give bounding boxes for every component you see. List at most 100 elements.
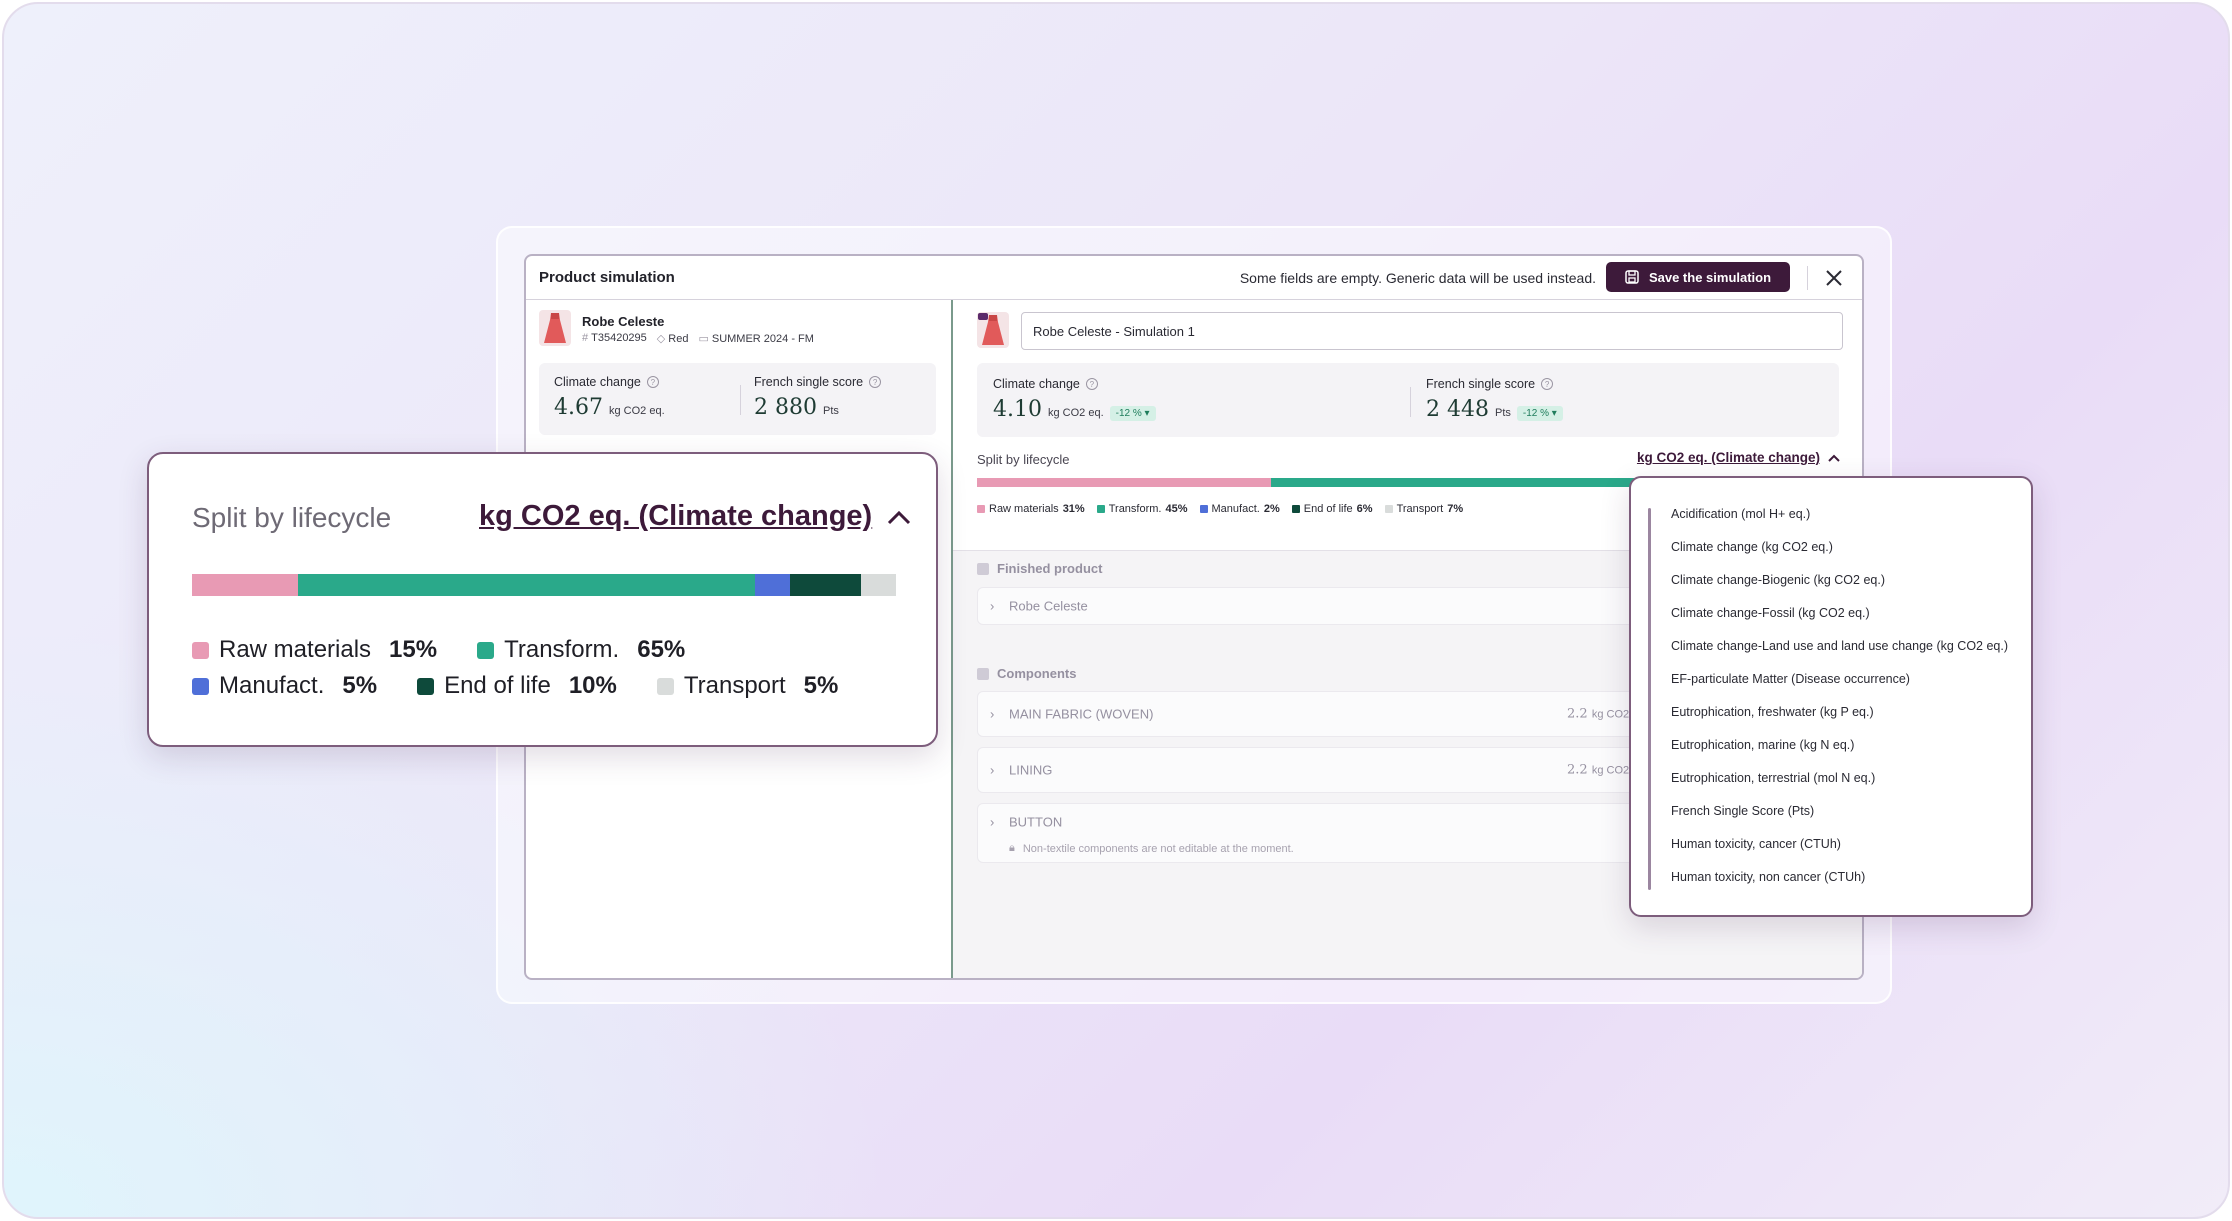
dress-icon bbox=[544, 313, 566, 343]
dropdown-scroll-rail[interactable] bbox=[1648, 508, 1651, 890]
components-heading: Components bbox=[977, 666, 1076, 681]
top-bar: Product simulation Some fields are empty… bbox=[526, 256, 1862, 300]
legend-swatch bbox=[192, 677, 209, 695]
callout-legend-end-of-life: End of life 10% bbox=[417, 672, 617, 700]
help-icon[interactable]: ? bbox=[646, 376, 659, 388]
small-legend-transport: Transport 7% bbox=[1384, 503, 1463, 515]
callout-segment-transform bbox=[297, 574, 756, 596]
components-icon bbox=[977, 667, 989, 680]
divider bbox=[740, 385, 741, 415]
callout-segment-manufact bbox=[755, 574, 791, 596]
product-thumbnail bbox=[539, 310, 571, 346]
chevron-up-icon bbox=[888, 510, 911, 524]
component-value: 2.2 kg CO2 bbox=[1567, 762, 1630, 778]
tag-icon: ◇ bbox=[656, 333, 666, 345]
legend-swatch bbox=[417, 677, 435, 695]
shirt-icon bbox=[977, 562, 989, 575]
save-icon bbox=[1625, 270, 1639, 284]
legend-swatch bbox=[1384, 505, 1393, 513]
impact-dropdown: Acidification (mol H+ eq.) Climate change… bbox=[1629, 476, 2033, 917]
legend-swatch bbox=[656, 677, 674, 695]
dropdown-option-human-toxicity-cancer-ctuh[interactable]: Human toxicity, cancer (CTUh) bbox=[1671, 835, 2008, 868]
dropdown-option-french-single-score-pts[interactable]: French Single Score (Pts) bbox=[1671, 802, 2008, 835]
callout-legend-row-2: Manufact. 5% End of life 10% Transport 5% bbox=[192, 672, 838, 700]
non-textile-note: 🔒︎ Non-textile components are not editabl… bbox=[1009, 842, 1294, 855]
split-label: Split by lifecycle bbox=[977, 452, 1070, 467]
page-title: Product simulation bbox=[539, 269, 675, 286]
callout-legend-row-1: Raw materials 15% Transform. 65% bbox=[192, 636, 685, 664]
dropdown-option-climate-change-fossil-kg-co2-eq[interactable]: Climate change-Fossil (kg CO2 eq.) bbox=[1671, 604, 2008, 637]
callout-legend-manufact: Manufact. 5% bbox=[192, 672, 377, 700]
callout-legend-transport: Transport 5% bbox=[656, 672, 838, 700]
callout-split-label: Split by lifecycle bbox=[192, 502, 392, 533]
original-score-metric: French single score? 2 880 Pts bbox=[754, 375, 882, 420]
component-value: 2.2 kg CO2 bbox=[1567, 706, 1630, 722]
callout-impact-selector[interactable]: kg CO2 eq. (Climate change) bbox=[479, 500, 912, 533]
chevron-right-icon: › bbox=[990, 814, 995, 830]
small-legend-manufact: Manufact. 2% bbox=[1199, 503, 1280, 515]
lock-icon: 🔒︎ bbox=[1009, 842, 1015, 854]
small-legend-transform: Transform. 45% bbox=[1096, 503, 1188, 515]
original-score-value: 2 880 bbox=[754, 395, 817, 420]
dropdown-option-eutrophication-terrestrial-mol-n-eq[interactable]: Eutrophication, terrestrial (mol N eq.) bbox=[1671, 769, 2008, 802]
folder-icon: ▭ bbox=[698, 333, 709, 345]
small-segment-raw-materials bbox=[977, 478, 1271, 487]
product-collection: ▭ SUMMER 2024 - FM bbox=[698, 333, 814, 345]
dropdown-option-eutrophication-freshwater-kg-p-eq[interactable]: Eutrophication, freshwater (kg P eq.) bbox=[1671, 703, 2008, 736]
dropdown-option-climate-change-biogenic-kg-co2-eq[interactable]: Climate change-Biogenic (kg CO2 eq.) bbox=[1671, 571, 2008, 604]
chevron-right-icon: › bbox=[990, 706, 995, 722]
impact-selector[interactable]: kg CO2 eq. (Climate change) bbox=[1637, 450, 1840, 465]
sim-score-value: 2 448 bbox=[1426, 397, 1489, 422]
product-color: ◇ Red bbox=[656, 333, 689, 345]
delta-badge: -12 % ▾ bbox=[1109, 406, 1156, 421]
impact-option-list: Acidification (mol H+ eq.) Climate change… bbox=[1671, 505, 2008, 901]
callout-legend-raw-materials: Raw materials 15% bbox=[192, 636, 437, 664]
small-legend-end-of-life: End of life 6% bbox=[1291, 503, 1373, 515]
dropdown-option-eutrophication-marine-kg-n-eq[interactable]: Eutrophication, marine (kg N eq.) bbox=[1671, 736, 2008, 769]
simulation-name-input[interactable] bbox=[1021, 312, 1843, 350]
dress-icon bbox=[978, 313, 1004, 345]
small-legend-raw-materials: Raw materials 31% bbox=[977, 503, 1085, 515]
product-ref: # T35420295 bbox=[582, 332, 647, 344]
split-callout: Split by lifecycle kg CO2 eq. (Climate c… bbox=[147, 452, 938, 747]
empty-fields-hint: Some fields are empty. Generic data will… bbox=[1239, 269, 1596, 286]
simulation-thumbnail bbox=[977, 312, 1009, 348]
close-icon[interactable] bbox=[1822, 266, 1846, 290]
simulation-metrics: Climate change? 4.10 kg CO2 eq. -12 % ▾ Fr… bbox=[977, 363, 1839, 437]
help-icon[interactable]: ? bbox=[1085, 378, 1098, 390]
dropdown-option-ef-particulate-matter-disease-occurrence[interactable]: EF-particulate Matter (Disease occurrenc… bbox=[1671, 670, 2008, 703]
legend-swatch bbox=[192, 641, 209, 659]
finished-product-heading: Finished product bbox=[977, 561, 1102, 576]
save-button-label: Save the simulation bbox=[1648, 269, 1772, 285]
product-meta: # T35420295 ◇ Red ▭ SUMMER 2024 - FM bbox=[582, 332, 814, 345]
legend-swatch bbox=[1096, 505, 1105, 513]
sim-climate-value: 4.10 bbox=[993, 397, 1042, 422]
hash-icon: # bbox=[582, 332, 589, 344]
original-climate-value: 4.67 bbox=[554, 395, 603, 420]
product-name: Robe Celeste bbox=[582, 314, 665, 329]
dropdown-option-acidification-mol-h-eq[interactable]: Acidification (mol H+ eq.) bbox=[1671, 505, 2008, 538]
divider bbox=[1410, 387, 1411, 417]
divider bbox=[1807, 266, 1808, 290]
dropdown-option-climate-change-land-use-and-land-use-change-kg-co2-eq[interactable]: Climate change-Land use and land use cha… bbox=[1671, 637, 2008, 670]
callout-segment-transport bbox=[860, 574, 896, 596]
lifecycle-legend: Raw materials 31% Transform. 45% Manufact. 2%… bbox=[977, 503, 1463, 515]
delta-badge: -12 % ▾ bbox=[1516, 406, 1563, 421]
legend-swatch bbox=[477, 641, 495, 659]
callout-segment-end-of-life bbox=[790, 574, 861, 596]
save-simulation-button[interactable]: Save the simulation bbox=[1606, 262, 1790, 292]
help-icon[interactable]: ? bbox=[1541, 378, 1554, 390]
original-metrics: Climate change? 4.67 kg CO2 eq. French si… bbox=[539, 363, 936, 435]
legend-swatch bbox=[1199, 505, 1208, 513]
dropdown-option-human-toxicity-non-cancer-ctuh[interactable]: Human toxicity, non cancer (CTUh) bbox=[1671, 868, 2008, 901]
sim-score-metric: French single score? 2 448 Pts -12 % ▾ bbox=[1426, 377, 1563, 422]
chevron-right-icon: › bbox=[990, 762, 995, 778]
chevron-right-icon: › bbox=[990, 598, 995, 614]
callout-segment-raw-materials bbox=[192, 574, 298, 596]
legend-swatch bbox=[1291, 505, 1300, 513]
help-icon[interactable]: ? bbox=[869, 376, 882, 388]
chevron-up-icon bbox=[1828, 454, 1840, 462]
dropdown-option-climate-change-kg-co2-eq[interactable]: Climate change (kg CO2 eq.) bbox=[1671, 538, 2008, 571]
background-frame: Product simulation Some fields are empty… bbox=[2, 2, 2230, 1219]
callout-legend-transform: Transform. 65% bbox=[477, 636, 685, 664]
